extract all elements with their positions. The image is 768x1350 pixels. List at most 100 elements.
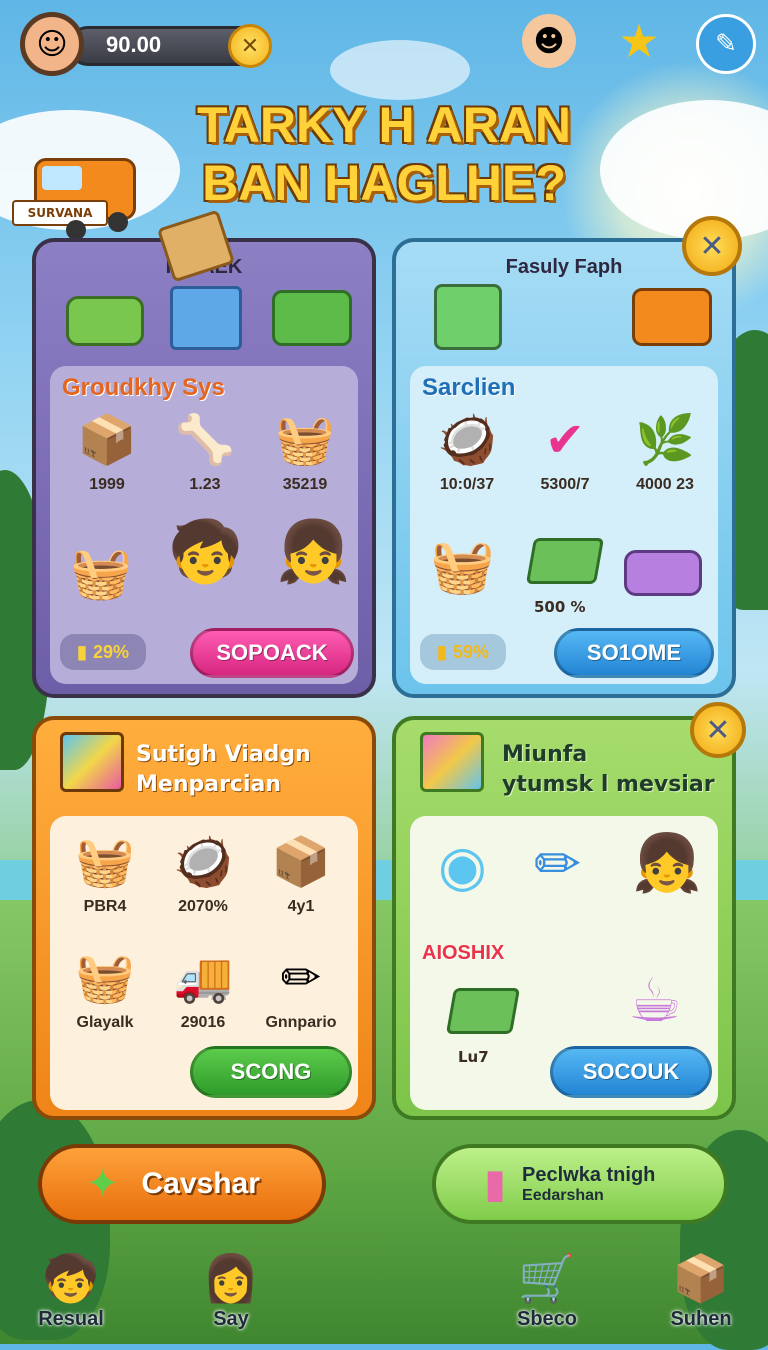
item-label: 1.23 [189, 476, 221, 493]
girl-character: 👧 [276, 517, 351, 587]
item-label: Lu7 [458, 1048, 489, 1066]
title-line-2: ytumsk l mevsiar [502, 772, 715, 797]
coconut-icon: 🥥 [173, 834, 233, 890]
section-box: ◉ ✏ 👧 AIOSHIX Lu7 ☕ SOCOUK [410, 816, 718, 1110]
box-icon: 📦 [271, 834, 331, 890]
title-line-2: Menparcian [136, 772, 282, 797]
coin-basket-icon: 🧺 [75, 950, 135, 1006]
grid-item[interactable]: 📦 1999 [52, 410, 162, 494]
grid-item[interactable]: 🚚 29016 [148, 948, 258, 1032]
item-label: 5300/7 [540, 476, 590, 493]
item-label: 2070% [178, 898, 228, 915]
section-box: Groudkhy Sys 📦 1999 🦴 1.23 🧺 35219 🧺 🧒 👧… [50, 366, 358, 684]
grid-item[interactable]: 📦 4y1 [246, 832, 356, 916]
boy-avatar-icon: 🧒 [42, 1251, 100, 1305]
item-label: 10:0/37 [439, 476, 495, 493]
extra-label: 500 % [534, 598, 586, 616]
star-icon[interactable]: ★ [612, 14, 666, 68]
grid-item[interactable]: 🥥 2070% [148, 832, 258, 916]
progress-badge: ▮ 59% [420, 634, 506, 670]
item-label: Gnnpario [265, 1014, 337, 1031]
girl-avatar-icon[interactable]: ☺ [20, 12, 84, 76]
truck-sign: SURVANA [12, 200, 108, 226]
truck-icon: 🚚 [173, 950, 233, 1006]
panel-purple: HIRAEK Groudkhy Sys 📦 1999 🦴 1.23 🧺 3521… [32, 209, 376, 698]
section-label: Sarclien [422, 374, 516, 401]
money-stack-icon [445, 988, 521, 1034]
bone-icon: 🦴 [175, 412, 235, 468]
cart-icon: 🛒 [518, 1251, 576, 1305]
item-label: 4000 23 [636, 476, 694, 493]
basket-icon: 🧺 [430, 537, 495, 597]
grid-item[interactable]: 🦴 1.23 [150, 410, 260, 494]
socouk-button[interactable]: SOCOUK [550, 1046, 712, 1098]
panel-title: Miunfa ytumsk l mevsiar [502, 740, 715, 800]
nav-label: Sbeco [516, 1308, 578, 1330]
nav-label: Say [213, 1308, 249, 1330]
close-icon[interactable]: ✕ [690, 702, 746, 758]
dollar-box-icon: 📦 [672, 1251, 730, 1305]
nav-label: Resual [38, 1308, 104, 1330]
panel-title: Fasuly Faph [505, 256, 623, 278]
panel-blue: Fasuly Faph Sarclien 🥥 10:0/37 ✔ 5300/7 … [392, 238, 736, 698]
nav-label: Suhen [670, 1308, 732, 1330]
chat-bubble-icon[interactable]: ✎ [696, 14, 756, 74]
grid-item[interactable]: 🥥 10:0/37 [412, 410, 522, 494]
grid-item[interactable]: 🧺 PBR4 [50, 832, 160, 916]
close-icon[interactable]: ✕ [228, 24, 272, 68]
crate-icon: 📦 [77, 412, 137, 468]
truck-icon: SURVANA [12, 158, 136, 240]
basket-icon: 🧺 [275, 412, 335, 468]
crystal-ball-icon: ◉ [438, 834, 487, 899]
grid-item[interactable]: 🌿 4000 23 [610, 410, 720, 494]
peclwka-button[interactable]: ▮ Peclwka tnigh Eedarshan [432, 1144, 728, 1224]
nav-item-resual[interactable]: 🧒 Resual [16, 1248, 126, 1331]
coin-count: 90.00 [106, 32, 162, 57]
coin-stack-icon: ▮ [77, 641, 87, 662]
truck-icon [272, 290, 352, 346]
money-stack-icon [525, 538, 605, 584]
coin-hud: ☺ 90.00 ✕ [20, 12, 272, 76]
gift-box-icon [420, 732, 484, 792]
panel-title: Sutigh Viadgn Menparcian [136, 740, 311, 800]
grid-item[interactable]: 🧺 35219 [250, 410, 360, 494]
car-icon [624, 550, 702, 596]
cavshar-button[interactable]: ✦ Cavshar [38, 1144, 326, 1224]
boy-character: 🧒 [168, 517, 243, 587]
item-label: PBR4 [83, 898, 127, 915]
check-badge-icon: ✔ [544, 412, 586, 468]
nav-item-say[interactable]: 👩 Say [176, 1248, 286, 1331]
pencil-icon: ✏ [534, 832, 581, 897]
nav-item-sbeco[interactable]: 🛒 Sbeco [492, 1248, 602, 1331]
close-icon[interactable]: ✕ [682, 216, 742, 276]
item-label: 35219 [282, 476, 328, 493]
gift-box-icon [60, 732, 124, 792]
title-line-1: Miunfa [502, 742, 588, 767]
button-label: Cavshar [141, 1167, 260, 1200]
so1ome-button[interactable]: SO1OME [554, 628, 714, 678]
hammer-icon: ✦ [86, 1161, 120, 1207]
section-box: 🧺 PBR4 🥥 2070% 📦 4y1 🧺 Glayalk 🚚 29016 ✏… [50, 816, 358, 1110]
grid-item[interactable]: ✏ Gnnpario [246, 948, 356, 1032]
girl-avatar-icon: 👩 [202, 1251, 260, 1305]
scong-button[interactable]: SCONG [190, 1046, 352, 1098]
section-box: Sarclien 🥥 10:0/37 ✔ 5300/7 🌿 4000 23 🧺 … [410, 366, 718, 684]
grid-item[interactable]: ✔ 5300/7 [510, 410, 620, 494]
plant-crate-icon: 🌿 [635, 412, 695, 468]
grid-item[interactable]: 🧺 Glayalk [50, 948, 160, 1032]
sopoack-button[interactable]: SOPOACK [190, 628, 354, 678]
progress-badge: ▮ 29% [60, 634, 146, 670]
car-icon [66, 296, 144, 346]
pencil-icon: ✏ [280, 950, 322, 1006]
girl-character: 👧 [632, 831, 702, 896]
badge-value: 59% [452, 641, 489, 662]
coin-stack-icon: ▮ [437, 641, 447, 662]
boy-avatar-icon[interactable]: ☻ [522, 14, 576, 68]
gift-box-icon [434, 284, 502, 350]
cup-icon: ☕ [628, 966, 682, 1036]
nav-item-suhen[interactable]: 📦 Suhen [646, 1248, 756, 1331]
button-label: Peclwka tnigh Eedarshan [522, 1164, 655, 1205]
cup-icon: ▮ [484, 1161, 507, 1207]
badge-value: 29% [92, 641, 129, 662]
panel-green: Miunfa ytumsk l mevsiar ◉ ✏ 👧 AIOSHIX Lu… [392, 716, 736, 1120]
